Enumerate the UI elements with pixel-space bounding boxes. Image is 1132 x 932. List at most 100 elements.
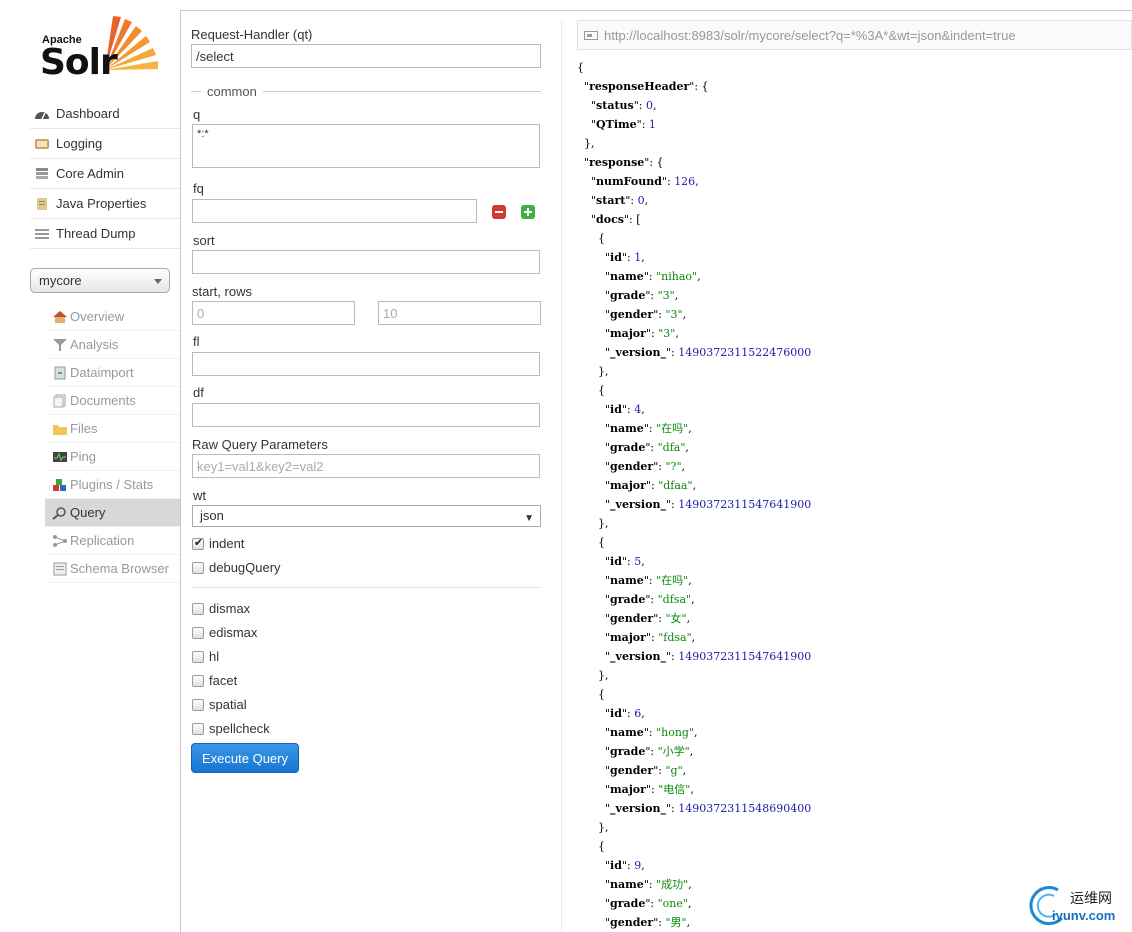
core-selector[interactable]: mycore [30, 268, 170, 293]
df-input[interactable] [192, 403, 540, 427]
request-url-link[interactable]: http://localhost:8983/solr/mycore/select… [577, 20, 1132, 50]
json-line: "gender": "g", [577, 761, 1132, 780]
house-icon [52, 310, 68, 324]
json-key: status [596, 99, 634, 112]
add-fq-button[interactable] [521, 205, 535, 219]
debug-query-checkbox[interactable]: debugQuery [192, 560, 281, 575]
remove-fq-button[interactable] [492, 205, 506, 219]
json-line: { [577, 533, 1132, 552]
json-punct: " [577, 726, 611, 739]
json-line: "major": "fdsa", [577, 628, 1132, 647]
json-punct: ": [653, 764, 666, 777]
nav-item-java-properties[interactable]: Java Properties [30, 189, 181, 219]
edismax-checkbox[interactable]: edismax [192, 625, 257, 640]
core-nav-overview[interactable]: Overview [45, 303, 181, 331]
json-line: "docs": [ [577, 210, 1132, 229]
checkbox-icon [192, 698, 204, 711]
json-punct: }, [577, 821, 609, 834]
wt-select[interactable]: json ▼ [192, 505, 541, 527]
json-string: "dfa" [657, 441, 686, 454]
json-line: "numFound": 126, [577, 172, 1132, 191]
json-punct: }, [577, 517, 609, 530]
json-punct: , [690, 783, 694, 796]
nav-item-logging[interactable]: Logging [30, 129, 181, 159]
json-punct: }, [577, 137, 595, 150]
dismax-label: dismax [209, 601, 251, 616]
json-punct: " [577, 574, 611, 587]
checkbox-icon [192, 674, 204, 687]
json-key: start [596, 194, 626, 207]
hl-checkbox[interactable]: hl [192, 649, 219, 664]
core-admin-icon [34, 167, 50, 181]
json-string: "在吗" [656, 422, 689, 435]
json-key: name [610, 726, 644, 739]
dismax-checkbox[interactable]: dismax [192, 601, 250, 616]
json-punct: " [577, 175, 597, 188]
json-punct: ": [625, 194, 638, 207]
fl-input[interactable] [192, 352, 540, 376]
dashboard-icon [34, 107, 50, 121]
core-nav-label: Schema Browser [70, 561, 169, 576]
core-nav-label: Query [70, 505, 106, 520]
plugins-icon [52, 478, 68, 492]
core-nav-ping[interactable]: Ping [45, 443, 181, 471]
json-key: grade [610, 441, 646, 454]
json-punct: , [641, 859, 645, 872]
ping-icon [52, 450, 68, 464]
json-punct: " [577, 479, 611, 492]
core-nav-replication[interactable]: Replication [45, 527, 181, 555]
nav-item-label: Dashboard [56, 106, 120, 121]
json-line: "status": 0, [577, 96, 1132, 115]
json-key: _version_ [610, 346, 666, 359]
request-url-text: http://localhost:8983/solr/mycore/select… [604, 27, 1016, 43]
core-nav-schema-browser[interactable]: Schema Browser [45, 555, 181, 583]
core-nav-plugins-stats[interactable]: Plugins / Stats [45, 471, 181, 499]
sidebar: Apache Solr Dashboard Logging Core Admin Ja… [0, 0, 181, 932]
json-punct: ": [653, 916, 666, 929]
nav-item-core-admin[interactable]: Core Admin [30, 159, 181, 189]
spellcheck-checkbox[interactable]: spellcheck [192, 721, 270, 736]
json-key: gender [610, 612, 654, 625]
json-punct: " [577, 99, 597, 112]
json-key: response [589, 156, 645, 169]
json-line: "name": "在吗", [577, 571, 1132, 590]
core-nav-files[interactable]: Files [45, 415, 181, 443]
options-divider [191, 587, 541, 588]
json-punct: , [641, 707, 645, 720]
json-punct: " [577, 270, 611, 283]
q-label: q [193, 107, 201, 122]
core-nav-dataimport[interactable]: Dataimport [45, 359, 181, 387]
json-line: "name": "hong", [577, 723, 1132, 742]
raw-params-input[interactable] [192, 454, 540, 478]
q-textarea[interactable]: *:* [192, 124, 540, 168]
fq-input[interactable] [192, 199, 477, 223]
json-punct: , [691, 593, 695, 606]
nav-item-thread-dump[interactable]: Thread Dump [30, 219, 181, 249]
json-key: name [610, 422, 644, 435]
json-punct: ": [645, 897, 658, 910]
json-punct: ": [621, 707, 635, 720]
json-key: gender [610, 916, 654, 929]
spellcheck-label: spellcheck [209, 721, 270, 736]
indent-checkbox[interactable]: indent [192, 536, 244, 551]
core-nav-documents[interactable]: Documents [45, 387, 181, 415]
rows-input[interactable] [378, 301, 541, 325]
documents-icon [52, 394, 68, 408]
facet-checkbox[interactable]: facet [192, 673, 237, 688]
funnel-icon [52, 338, 68, 352]
json-key: numFound [596, 175, 662, 188]
sort-input[interactable] [192, 250, 540, 274]
core-nav-analysis[interactable]: Analysis [45, 331, 181, 359]
core-nav-query[interactable]: Query [45, 499, 181, 527]
json-punct: , [685, 441, 689, 454]
replication-icon [52, 534, 68, 548]
solr-logo[interactable]: Apache Solr [40, 14, 165, 84]
qt-input[interactable] [191, 44, 541, 68]
json-string: "dfsa" [657, 593, 692, 606]
json-string: "3" [657, 289, 675, 302]
start-input[interactable] [192, 301, 355, 325]
spatial-checkbox[interactable]: spatial [192, 697, 247, 712]
core-nav-label: Dataimport [70, 365, 134, 380]
nav-item-dashboard[interactable]: Dashboard [30, 99, 181, 129]
execute-query-button[interactable]: Execute Query [191, 743, 299, 773]
